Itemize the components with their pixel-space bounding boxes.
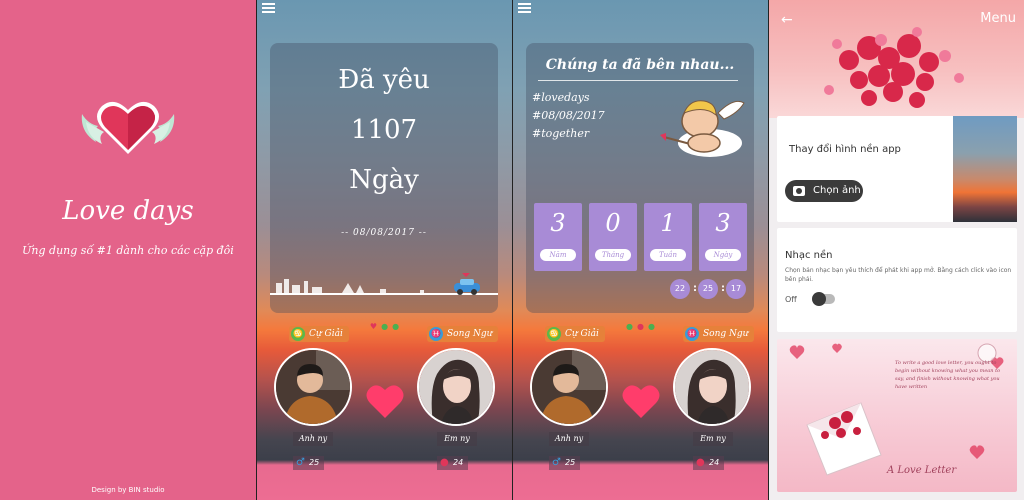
female-avatar-photo — [675, 350, 749, 424]
toggle-label: Off — [785, 295, 797, 304]
avatar-left[interactable] — [530, 348, 608, 426]
music-setting-description: Chọn bản nhạc bạn yêu thích để phát khi … — [785, 267, 1012, 283]
camera-icon — [793, 186, 805, 196]
male-gender-icon: ♂ — [552, 457, 561, 468]
skyline-illustration — [270, 273, 498, 295]
love-letter-title: A Love Letter — [887, 465, 957, 476]
avatar-right[interactable] — [417, 348, 495, 426]
hamburger-menu-icon[interactable] — [262, 3, 275, 14]
avatar-left[interactable] — [274, 348, 352, 426]
zodiac-badge-left[interactable]: ♋ Cự Giải — [289, 326, 349, 342]
zodiac-badge-left[interactable]: ♋ Cự Giải — [545, 326, 605, 342]
start-date: -- 08/08/2017 -- — [341, 228, 427, 238]
hashtag-3: #together — [532, 127, 590, 140]
years-tile: 3 Năm — [534, 203, 582, 271]
age-tag-right: ● 24 — [693, 456, 725, 470]
time-separator: : — [693, 283, 697, 294]
menu-title: Menu — [980, 11, 1016, 26]
male-avatar-photo — [532, 350, 606, 424]
background-setting-card: Thay đổi hình nền app Chọn ảnh — [777, 116, 1017, 222]
location-pin-icon: ● — [440, 457, 449, 468]
name-tag-right: Em ny — [437, 432, 477, 446]
together-card: Chúng ta đã bên nhau... #lovedays #08/08… — [526, 43, 754, 313]
hashtag-2: #08/08/2017 — [532, 109, 605, 122]
love-counter-screen: Đã yêu 1107 Ngày -- 08/08/2017 -- ♥ ● ● … — [257, 0, 512, 500]
love-label: Đã yêu — [338, 65, 430, 95]
zodiac-badge-right[interactable]: ♓ Song Ngư — [683, 326, 755, 342]
age-tag-left: ♂ 25 — [549, 456, 581, 470]
days-count: 1107 — [350, 115, 418, 145]
minutes-pill: 25 — [698, 279, 718, 299]
age-tag-left: ♂ 25 — [293, 456, 325, 470]
male-gender-icon: ♂ — [296, 457, 305, 468]
back-arrow-icon[interactable]: ← — [781, 12, 793, 28]
male-avatar-photo — [276, 350, 350, 424]
love-letter-quote: To write a good love letter, you ought t… — [895, 360, 1001, 390]
seconds-pill: 17 — [726, 279, 746, 299]
pisces-zodiac-icon: ♓ — [685, 327, 699, 341]
cancer-zodiac-icon: ♋ — [291, 327, 305, 341]
pisces-zodiac-icon: ♓ — [429, 327, 443, 341]
cancer-zodiac-icon: ♋ — [547, 327, 561, 341]
avatar-right[interactable] — [673, 348, 751, 426]
winged-heart-logo — [81, 101, 175, 154]
heading-divider — [538, 80, 738, 81]
together-heading: Chúng ta đã bên nhau... — [545, 57, 735, 73]
app-screenshots: Love days Ứng dụng số #1 dành cho các cặ… — [0, 0, 1024, 500]
love-counter-card: Đã yêu 1107 Ngày -- 08/08/2017 -- — [270, 43, 498, 313]
music-setting-card: Nhạc nền Chọn bản nhạc bạn yêu thích để … — [777, 228, 1017, 332]
age-tag-right: ● 24 — [437, 456, 469, 470]
zodiac-badge-right[interactable]: ♓ Song Ngư — [427, 326, 499, 342]
together-screen: Chúng ta đã bên nhau... #lovedays #08/08… — [513, 0, 768, 500]
app-title: Love days — [62, 196, 194, 226]
weeks-tile: 1 Tuần — [644, 203, 692, 271]
female-avatar-photo — [419, 350, 493, 424]
heart-icon[interactable] — [365, 382, 405, 420]
name-tag-right: Em ny — [693, 432, 733, 446]
background-thumbnail[interactable] — [953, 116, 1017, 222]
hours-pill: 22 — [670, 279, 690, 299]
music-setting-title: Nhạc nền — [785, 250, 833, 261]
name-tag-left: Anh ny — [293, 432, 333, 446]
hamburger-menu-icon[interactable] — [518, 3, 531, 14]
days-tile: 3 Ngày — [699, 203, 747, 271]
design-credit: Design by BIN studio — [91, 486, 165, 494]
location-pin-icon: ● — [696, 457, 705, 468]
name-tag-left: Anh ny — [549, 432, 589, 446]
days-unit: Ngày — [349, 165, 419, 195]
love-letter-card[interactable]: To write a good love letter, you ought t… — [777, 339, 1017, 492]
splash-screen: Love days Ứng dụng số #1 dành cho các cặ… — [0, 0, 256, 500]
hearts-header-image: ← Menu — [769, 0, 1024, 118]
settings-menu-screen: ← Menu Thay đổi hình nền app Chọn ảnh Nh… — [769, 0, 1024, 500]
time-separator: : — [721, 283, 725, 294]
choose-image-button[interactable]: Chọn ảnh — [785, 180, 863, 202]
background-setting-title: Thay đổi hình nền app — [789, 144, 901, 155]
months-tile: 0 Tháng — [589, 203, 637, 271]
music-toggle[interactable] — [812, 292, 835, 306]
heart-icon[interactable] — [621, 382, 661, 420]
hashtag-1: #lovedays — [532, 91, 590, 104]
app-tagline: Ứng dụng số #1 dành cho các cặp đôi — [22, 244, 234, 257]
cupid-sticker-icon — [660, 100, 745, 157]
car-icon — [454, 273, 480, 295]
